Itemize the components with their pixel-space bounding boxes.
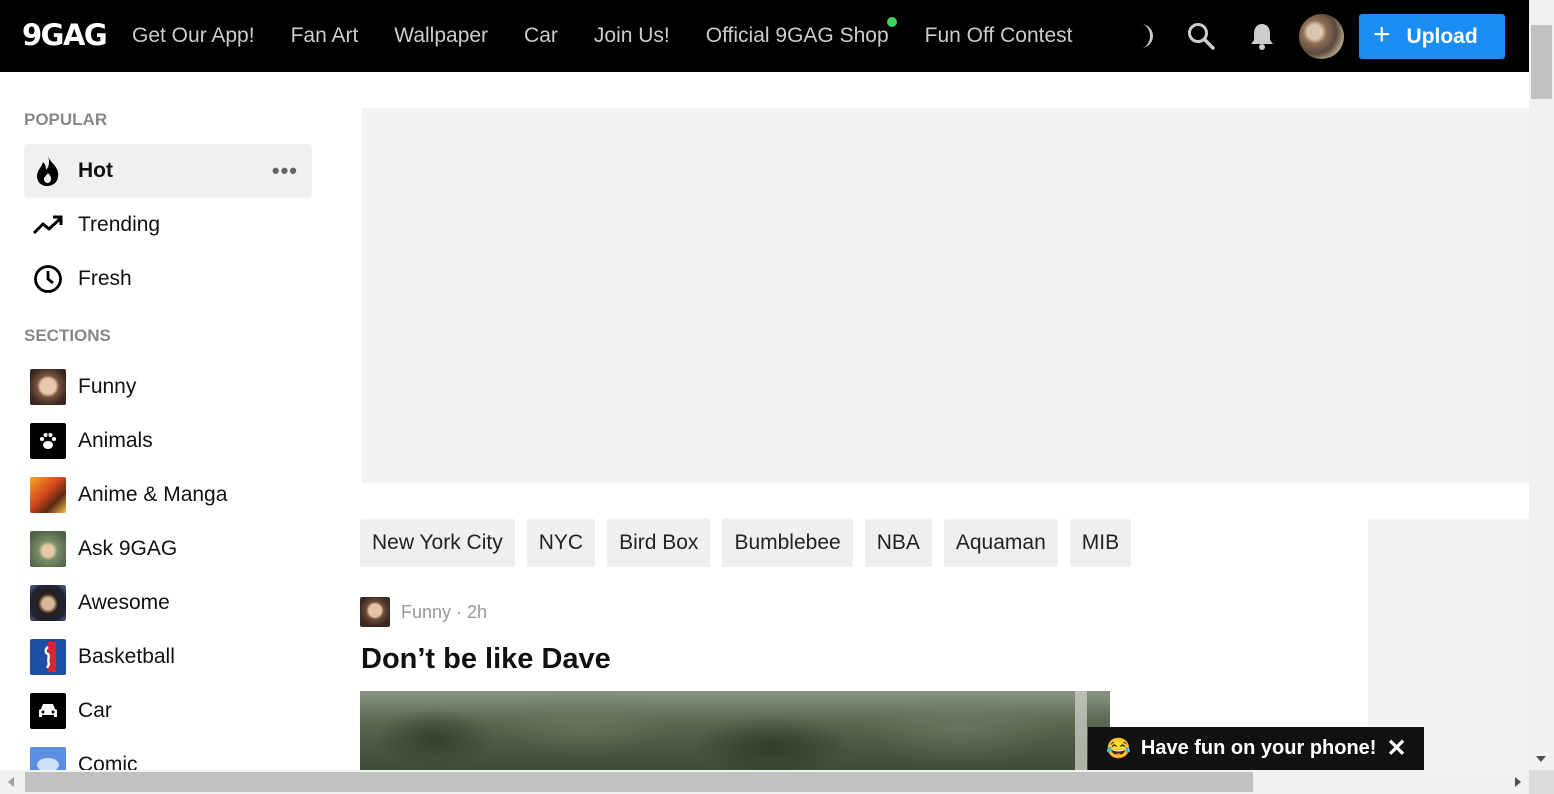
sidebar-item-anime-manga[interactable]: Anime & Manga [24,468,312,522]
sidebar-item-label: Comic [78,753,138,770]
clock-icon [30,261,66,297]
nav-link-get-app[interactable]: Get Our App! [132,24,255,48]
sidebar-item-awesome[interactable]: Awesome [24,576,312,630]
post-image[interactable] [360,691,1110,770]
bell-icon[interactable] [1248,22,1276,50]
sidebar-item-ask-9gag[interactable]: Ask 9GAG [24,522,312,576]
tag-chip[interactable]: Bumblebee [722,519,853,567]
popular-heading: POPULAR [24,110,108,129]
sidebar-item-label: Fresh [78,267,132,290]
tag-chip[interactable]: New York City [360,519,515,567]
awesome-thumbnail [30,585,66,621]
sidebar-item-label: Animals [78,429,153,452]
sidebar-item-label: Anime & Manga [78,483,228,506]
upload-button[interactable]: + Upload [1359,14,1505,59]
plus-icon: + [1373,18,1391,51]
nav-link-fan-art[interactable]: Fan Art [291,24,359,48]
sidebar-item-comic[interactable]: Comic [24,738,312,770]
nav-link-car[interactable]: Car [524,24,558,48]
car-icon [30,693,66,729]
new-indicator-dot [886,17,897,27]
sidebar-item-basketball[interactable]: Basketball [24,630,312,684]
scrollbar-corner [1529,770,1554,794]
anime-thumb [30,477,66,513]
nav-link-shop-label: Official 9GAG Shop [705,24,889,47]
upload-button-label: Upload [1406,24,1478,48]
anime-thumbnail [30,477,66,513]
trending-icon [30,207,66,243]
scroll-left-arrow-icon[interactable] [8,777,14,787]
horizontal-scrollbar-thumb[interactable] [25,772,1253,792]
sidebar-item-label: Basketball [78,645,175,668]
paw-icon-wrap [30,423,66,459]
sidebar-item-label: Car [78,699,112,722]
post-image-detail [1075,691,1087,770]
nav-link-shop[interactable]: Official 9GAG Shop [705,17,897,48]
nav-link-fun-off-contest[interactable]: Fun Off Contest [925,24,1073,48]
top-nav-links: Get Our App! Fan Art Wallpaper Car Join … [132,0,1108,72]
laughing-emoji-icon: 😂 [1106,738,1131,760]
tag-chip[interactable]: Bird Box [607,519,711,567]
sidebar-item-label: Hot [78,159,113,182]
scroll-right-arrow-icon[interactable] [1515,777,1521,787]
nav-link-join-us[interactable]: Join Us! [594,24,670,48]
comic-icon-wrap [30,747,66,770]
sidebar-item-label: Ask 9GAG [78,537,178,560]
moon-icon[interactable] [1131,22,1159,50]
app-promo-toast[interactable]: 😂 Have fun on your phone! ✕ [1088,727,1424,770]
tag-chip[interactable]: NYC [526,519,596,567]
app-promo-text: Have fun on your phone! [1140,737,1377,759]
sections-heading: SECTIONS [24,326,111,345]
more-options-icon[interactable]: ••• [272,158,298,184]
sidebar-item-animals[interactable]: Animals [24,414,312,468]
sidebar-item-fresh[interactable]: Fresh [24,252,312,306]
search-icon[interactable] [1187,22,1215,50]
9gag-logo[interactable]: 9GAG [22,18,108,52]
sidebar-item-trending[interactable]: Trending [24,198,312,252]
nba-logo-wrap [30,639,66,675]
sidebar-item-car[interactable]: Car [24,684,312,738]
ad-placeholder [362,108,1529,483]
trending-tags: New York City NYC Bird Box Bumblebee NBA… [360,519,1143,567]
section-thumbnail[interactable] [360,597,390,627]
ask-thumbnail [30,531,66,567]
funny-thumb [30,369,66,405]
sidebar-item-label: Awesome [78,591,170,614]
tag-chip[interactable]: NBA [864,519,932,567]
vertical-scrollbar-thumb[interactable] [1531,25,1552,99]
tag-chip[interactable]: MIB [1069,519,1132,567]
nav-link-wallpaper[interactable]: Wallpaper [394,24,488,48]
sidebar-item-label: Funny [78,375,137,398]
left-sidebar: POPULAR Hot ••• Trending Fresh SECTIONS … [0,72,330,770]
close-icon[interactable]: ✕ [1386,734,1406,763]
post-header: Funny · 2h [360,597,487,627]
ask-thumb [30,531,66,567]
flame-icon [30,153,66,189]
sidebar-item-hot[interactable]: Hot ••• [24,144,312,198]
scroll-down-arrow-icon[interactable] [1536,756,1546,762]
tag-chip[interactable]: Aquaman [943,519,1058,567]
car-icon-wrap [30,693,66,729]
awesome-thumb [30,585,66,621]
user-avatar[interactable] [1299,14,1344,59]
paw-icon [30,423,66,459]
post-meta-text[interactable]: Funny · 2h [401,602,487,623]
post-title[interactable]: Don’t be like Dave [361,643,611,676]
nba-logo-icon [30,639,66,675]
top-nav-bar: 9GAG Get Our App! Fan Art Wallpaper Car … [0,0,1529,72]
comic-icon [30,747,66,770]
funny-thumbnail [30,369,66,405]
horizontal-scrollbar[interactable] [0,770,1529,794]
sidebar-item-label: Trending [78,213,161,236]
sidebar-item-funny[interactable]: Funny [24,360,312,414]
vertical-scrollbar[interactable] [1529,0,1554,770]
